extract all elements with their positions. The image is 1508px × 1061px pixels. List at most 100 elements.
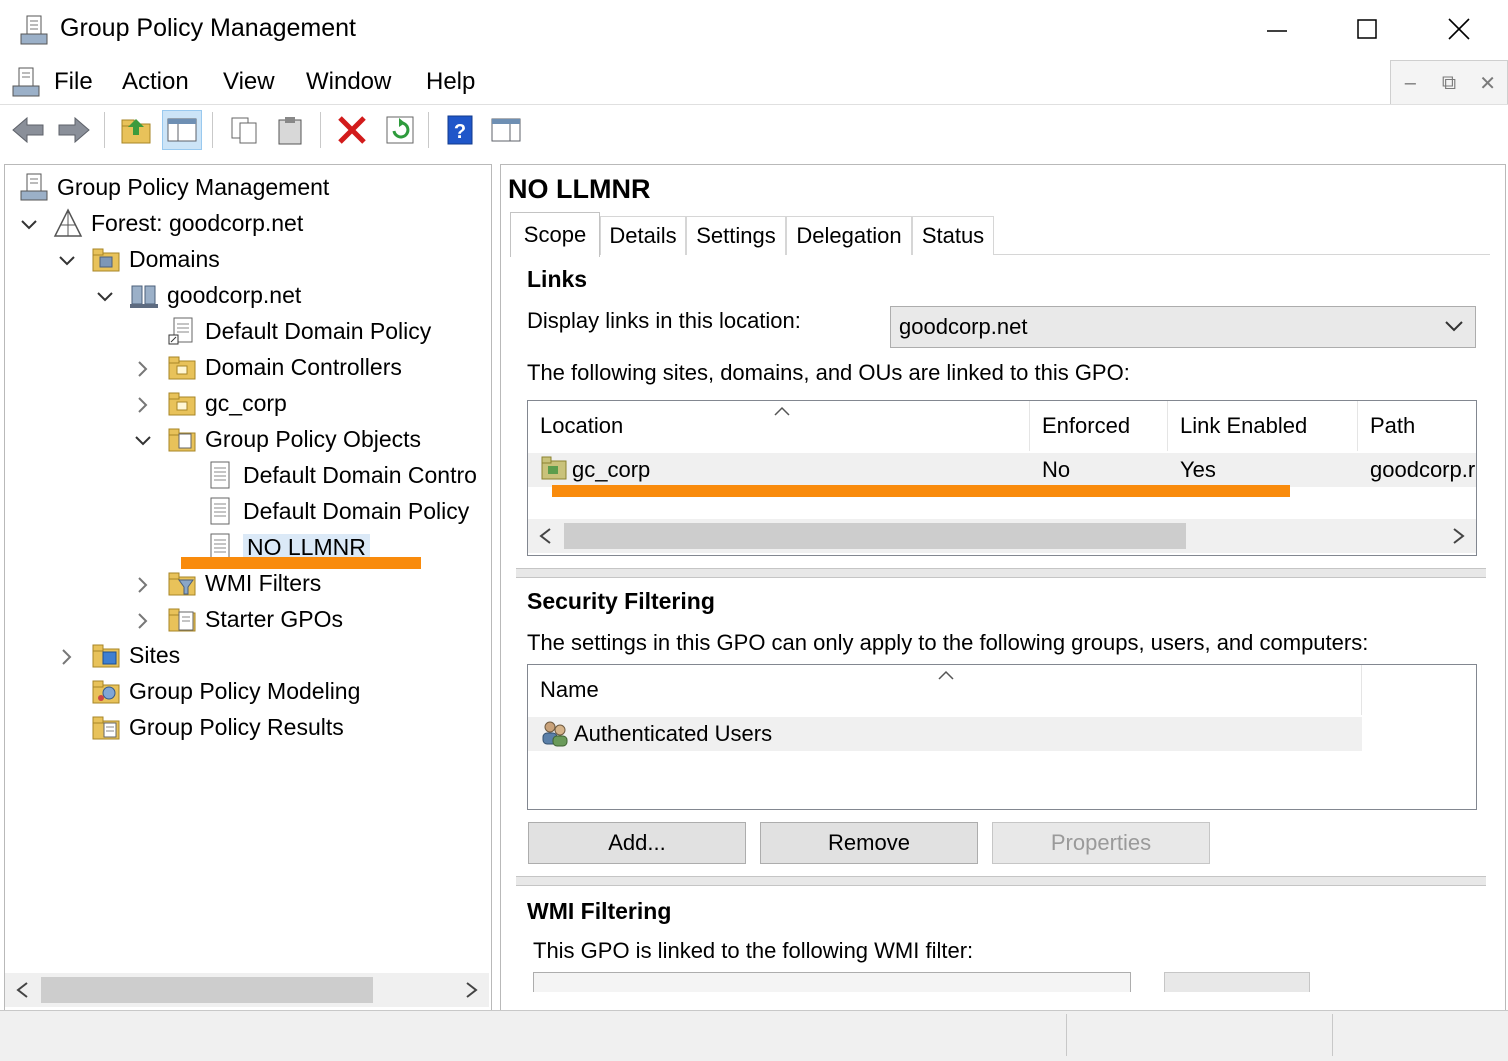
tree-item-goodcorp-domain[interactable]: goodcorp.net [129, 277, 301, 313]
gpo-title: NO LLMNR [508, 174, 651, 204]
tree-item-sites[interactable]: Sites [91, 637, 180, 673]
tree-label: Group Policy Objects [205, 425, 422, 452]
scroll-left-icon[interactable] [538, 527, 552, 550]
properties-button[interactable]: Properties [992, 822, 1210, 864]
mdi-close-icon[interactable]: ✕ [1468, 61, 1507, 105]
tab-delegation[interactable]: Delegation [786, 216, 912, 255]
table-row[interactable] [528, 453, 1476, 487]
column-header-label: Enforced [1042, 413, 1131, 438]
column-header-path[interactable]: Path [1358, 401, 1476, 451]
column-header-label: Path [1370, 413, 1416, 438]
tree-item-domain-controllers[interactable]: Domain Controllers [167, 349, 402, 385]
svg-text:?: ? [454, 121, 466, 143]
chevron-right-icon[interactable] [133, 611, 153, 631]
chevron-right-icon[interactable] [57, 647, 77, 667]
tree-item-starter-gpos[interactable]: Starter GPOs [167, 601, 343, 637]
menu-action[interactable]: Action [122, 68, 189, 96]
link-enabled-cell: Yes [1180, 457, 1216, 482]
tree-label: Forest: goodcorp.net [91, 209, 304, 236]
remove-button[interactable]: Remove [760, 822, 978, 864]
chevron-right-icon[interactable] [133, 359, 153, 379]
tab-status[interactable]: Status [912, 216, 994, 255]
chevron-down-icon[interactable] [19, 215, 39, 235]
copy-button[interactable] [224, 110, 264, 150]
tree-item-default-domain-policy-link[interactable]: Default Domain Policy [167, 313, 431, 349]
tree-scroll-thumb[interactable] [41, 977, 373, 1003]
chevron-down-icon[interactable] [95, 287, 115, 307]
links-scroll-thumb[interactable] [564, 523, 1186, 549]
maximize-button[interactable] [1322, 0, 1412, 58]
tree-label: Default Domain Policy [205, 317, 432, 344]
mdi-minimize-icon[interactable]: – [1391, 61, 1430, 105]
column-header-enforced[interactable]: Enforced [1030, 401, 1168, 451]
column-header-label: Location [540, 413, 624, 438]
tree-item-gp-results[interactable]: Group Policy Results [91, 709, 344, 745]
toolbar-separator [320, 112, 321, 148]
maximize-icon [1357, 19, 1377, 39]
chevron-down-icon [1445, 321, 1463, 332]
chevron-right-icon[interactable] [133, 575, 153, 595]
tree-item-wmi-filters[interactable]: WMI Filters [167, 565, 321, 601]
location-dropdown[interactable]: goodcorp.net [890, 306, 1476, 348]
mdi-controls: – ⧉ ✕ [1390, 60, 1508, 106]
tree-item-gpo-default-dc-policy[interactable]: Default Domain Contro [205, 457, 477, 493]
results-icon [91, 712, 121, 742]
tree-label: Group Policy Management [57, 173, 330, 200]
status-separator [1066, 1014, 1067, 1056]
tree-label: goodcorp.net [167, 281, 302, 308]
forward-button[interactable] [54, 110, 94, 150]
tree-label: gc_corp [205, 389, 287, 416]
tree-item-gp-modeling[interactable]: Group Policy Modeling [91, 673, 360, 709]
copy-icon [231, 117, 257, 144]
status-bar [0, 1010, 1508, 1061]
tree-item-group-policy-objects[interactable]: Group Policy Objects [167, 421, 421, 457]
ou-folder-icon [167, 388, 197, 418]
chevron-down-icon[interactable] [133, 431, 153, 451]
section-splitter[interactable] [516, 568, 1486, 578]
highlight-underline [552, 485, 1290, 497]
chevron-right-icon[interactable] [133, 395, 153, 415]
delete-x-icon [338, 116, 366, 144]
tree-item-gc-corp[interactable]: gc_corp [167, 385, 287, 421]
app-icon [18, 14, 50, 46]
menu-view[interactable]: View [223, 68, 275, 96]
up-folder-button[interactable] [116, 110, 156, 150]
sort-ascending-icon [938, 667, 954, 685]
paste-button[interactable] [270, 110, 310, 150]
scroll-left-icon[interactable] [15, 981, 29, 1004]
back-button[interactable] [8, 110, 48, 150]
tree-label: Domain Controllers [205, 353, 402, 380]
menu-window[interactable]: Window [306, 68, 391, 96]
chevron-down-icon[interactable] [57, 251, 77, 271]
action-pane-button[interactable] [486, 110, 526, 150]
menu-file[interactable]: File [54, 68, 93, 96]
add-button[interactable]: Add... [528, 822, 746, 864]
refresh-button[interactable] [380, 110, 420, 150]
mdi-restore-icon[interactable]: ⧉ [1430, 61, 1469, 105]
tab-settings[interactable]: Settings [686, 216, 786, 255]
tree-label: Domains [129, 245, 220, 272]
tree-item-domains[interactable]: Domains [91, 241, 220, 277]
close-button[interactable] [1414, 0, 1504, 58]
show-hide-tree-button[interactable] [162, 110, 202, 150]
column-header-link-enabled[interactable]: Link Enabled [1168, 401, 1358, 451]
column-header-label: Name [540, 677, 599, 702]
tree-item-gpo-default-domain-policy[interactable]: Default Domain Policy [205, 493, 469, 529]
wmi-filter-dropdown[interactable] [533, 972, 1131, 993]
scroll-right-icon[interactable] [465, 981, 479, 1004]
help-button[interactable]: ? [440, 110, 480, 150]
scroll-right-icon[interactable] [1452, 527, 1466, 550]
tree-item-gpm-root[interactable]: Group Policy Management [19, 169, 329, 205]
section-splitter[interactable] [516, 876, 1486, 886]
wmi-open-button[interactable] [1164, 972, 1310, 993]
minimize-button[interactable] [1232, 0, 1322, 58]
tab-scope[interactable]: Scope [510, 212, 600, 257]
menu-help[interactable]: Help [426, 68, 475, 96]
tree-label: Starter GPOs [205, 605, 344, 632]
delete-button[interactable] [332, 110, 372, 150]
close-icon [1448, 18, 1470, 40]
toolbar-separator [212, 112, 213, 148]
tree-item-forest[interactable]: Forest: goodcorp.net [53, 205, 303, 241]
tab-details[interactable]: Details [600, 216, 686, 255]
console-icon[interactable] [10, 66, 42, 98]
